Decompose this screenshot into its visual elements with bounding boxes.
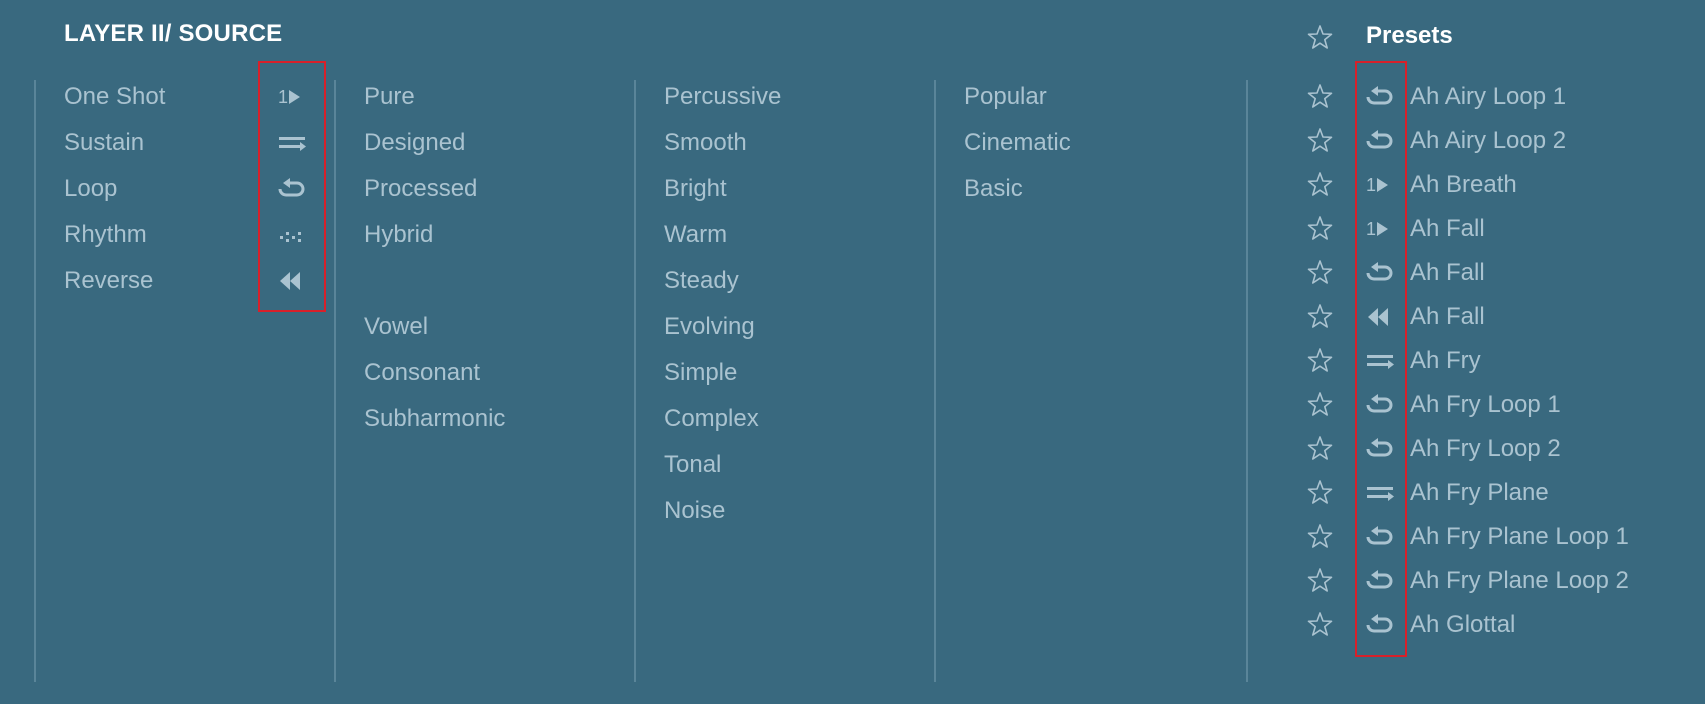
presets-title: Presets (1366, 22, 1453, 49)
category-item[interactable]: Basic (964, 174, 1023, 204)
star-icon[interactable] (1307, 435, 1333, 461)
column-divider (334, 80, 336, 682)
star-icon[interactable] (1307, 24, 1333, 50)
preset-item[interactable]: Ah Fry Plane Loop 1 (1410, 522, 1629, 552)
star-icon[interactable] (1307, 171, 1333, 197)
playback-type-item[interactable]: One Shot (64, 82, 165, 112)
preset-item[interactable]: Ah Airy Loop 1 (1410, 82, 1566, 112)
category-item[interactable]: Cinematic (964, 128, 1071, 158)
star-icon[interactable] (1307, 215, 1333, 241)
preset-item[interactable]: Ah Fall (1410, 214, 1485, 244)
character-item[interactable]: Smooth (664, 128, 747, 158)
character-item[interactable]: Steady (664, 266, 739, 296)
character-item[interactable]: Bright (664, 174, 727, 204)
preset-item[interactable]: Ah Fry Loop 2 (1410, 434, 1561, 464)
preset-item[interactable]: Ah Fry Plane (1410, 478, 1549, 508)
source-type-item[interactable]: Designed (364, 128, 465, 158)
playback-type-item[interactable]: Loop (64, 174, 117, 204)
preset-item[interactable]: Ah Fry (1410, 346, 1481, 376)
character-item[interactable]: Simple (664, 358, 737, 388)
vocal-type-item[interactable]: Consonant (364, 358, 480, 388)
preset-item[interactable]: Ah Fall (1410, 258, 1485, 288)
star-icon[interactable] (1307, 479, 1333, 505)
preset-item[interactable]: Ah Fry Loop 1 (1410, 390, 1561, 420)
star-icon[interactable] (1307, 83, 1333, 109)
column-divider (34, 80, 36, 682)
star-icon[interactable] (1307, 303, 1333, 329)
page-title: LAYER II/ SOURCE (64, 20, 283, 47)
preset-item[interactable]: Ah Airy Loop 2 (1410, 126, 1566, 156)
star-icon[interactable] (1307, 523, 1333, 549)
character-item[interactable]: Complex (664, 404, 759, 434)
playback-type-item[interactable]: Rhythm (64, 220, 147, 250)
preset-item[interactable]: Ah Fry Plane Loop 2 (1410, 566, 1629, 596)
preset-item[interactable]: Ah Breath (1410, 170, 1517, 200)
character-item[interactable]: Tonal (664, 450, 721, 480)
source-type-item[interactable]: Hybrid (364, 220, 433, 250)
playback-type-item[interactable]: Sustain (64, 128, 144, 158)
character-item[interactable]: Warm (664, 220, 727, 250)
source-type-item[interactable]: Processed (364, 174, 477, 204)
playback-type-item[interactable]: Reverse (64, 266, 153, 296)
character-item[interactable]: Noise (664, 496, 725, 526)
vocal-type-item[interactable]: Vowel (364, 312, 428, 342)
column-divider (1246, 80, 1248, 682)
vocal-type-item[interactable]: Subharmonic (364, 404, 505, 434)
star-icon[interactable] (1307, 391, 1333, 417)
star-icon[interactable] (1307, 611, 1333, 637)
highlight-box-playback-icons (258, 61, 326, 312)
column-divider (934, 80, 936, 682)
preset-item[interactable]: Ah Fall (1410, 302, 1485, 332)
preset-item[interactable]: Ah Glottal (1410, 610, 1515, 640)
star-icon[interactable] (1307, 259, 1333, 285)
star-icon[interactable] (1307, 127, 1333, 153)
highlight-box-preset-icons (1355, 61, 1407, 657)
source-type-item[interactable]: Pure (364, 82, 415, 112)
column-divider (634, 80, 636, 682)
star-icon[interactable] (1307, 567, 1333, 593)
character-item[interactable]: Evolving (664, 312, 755, 342)
category-item[interactable]: Popular (964, 82, 1047, 112)
star-icon[interactable] (1307, 347, 1333, 373)
character-item[interactable]: Percussive (664, 82, 781, 112)
